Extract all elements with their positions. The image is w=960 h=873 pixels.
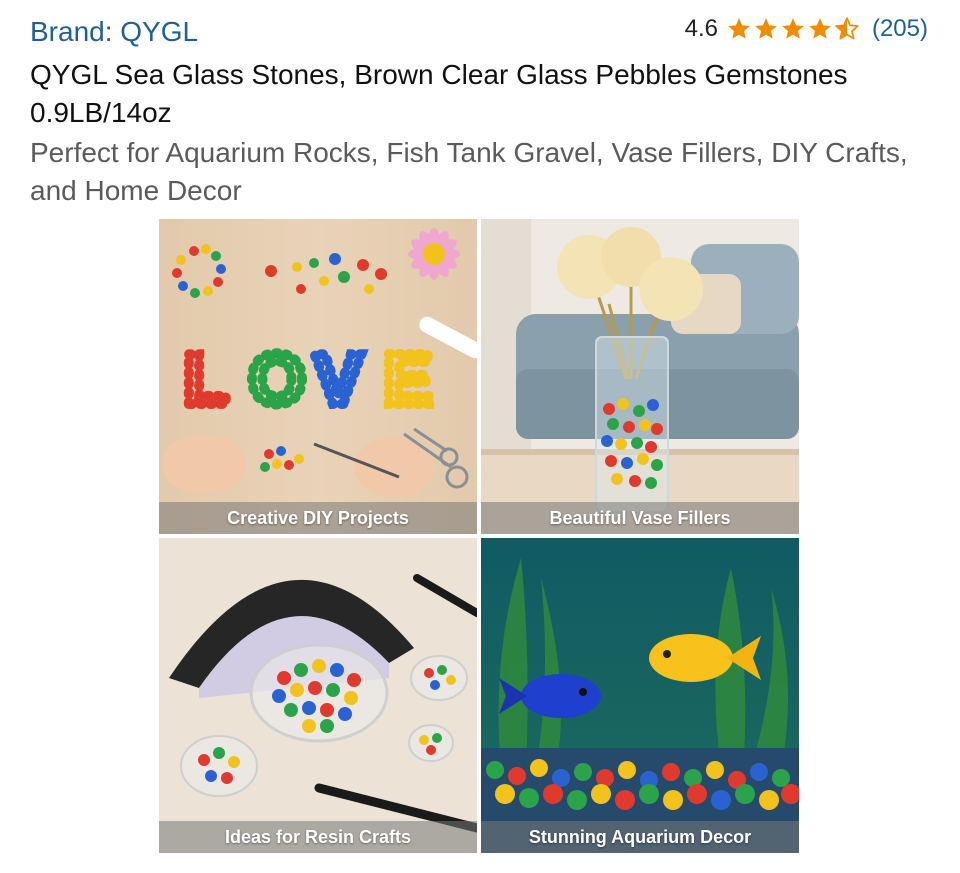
diy-projects-image: L O V E <box>159 219 477 534</box>
rating-summary[interactable]: 4.6 (205) <box>685 15 928 43</box>
gallery-caption: Ideas for Resin Crafts <box>159 821 477 853</box>
star-full-icon <box>755 18 777 39</box>
svg-text:V: V <box>314 340 362 420</box>
star-full-icon <box>809 18 831 39</box>
brand-link[interactable]: Brand: QYGL <box>30 16 198 48</box>
svg-text:O: O <box>249 340 305 420</box>
product-image-gallery[interactable]: L O V E Creative DIY Projects Beautiful … <box>159 219 800 853</box>
product-subtitle: Perfect for Aquarium Rocks, Fish Tank Gr… <box>30 137 908 206</box>
gallery-tile-diy[interactable]: L O V E Creative DIY Projects <box>159 219 477 534</box>
gallery-caption: Stunning Aquarium Decor <box>481 821 799 853</box>
svg-text:E: E <box>384 340 432 420</box>
rating-stars <box>726 16 860 42</box>
product-title: QYGL Sea Glass Stones, Brown Clear Glass… <box>30 59 848 128</box>
vase-fillers-image <box>481 219 799 534</box>
star-full-icon <box>782 18 804 39</box>
resin-crafts-image <box>159 538 477 853</box>
star-half-icon <box>835 17 859 40</box>
gallery-caption: Beautiful Vase Fillers <box>481 502 799 534</box>
gallery-tile-vase[interactable]: Beautiful Vase Fillers <box>481 219 799 534</box>
rating-value: 4.6 <box>684 15 718 42</box>
star-full-icon <box>728 18 750 39</box>
gallery-tile-aquarium[interactable]: Stunning Aquarium Decor <box>481 538 799 853</box>
aquarium-decor-image <box>481 538 799 853</box>
gallery-tile-resin[interactable]: Ideas for Resin Crafts <box>159 538 477 853</box>
gallery-caption: Creative DIY Projects <box>159 502 477 534</box>
svg-text:L: L <box>184 340 228 420</box>
review-count-link[interactable]: (205) <box>872 15 928 43</box>
